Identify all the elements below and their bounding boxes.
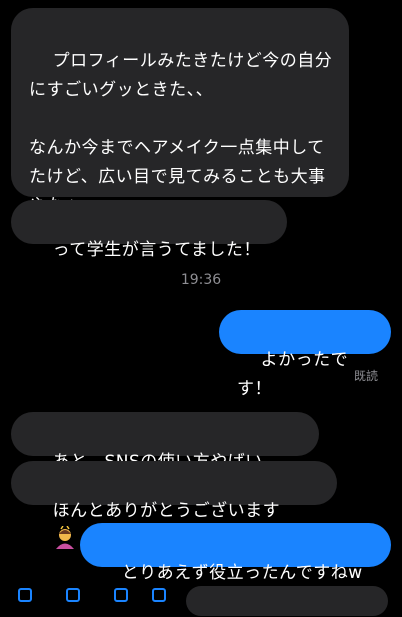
message-incoming-1[interactable]: プロフィールみたきたけど今の自分にすごいグッときた、、 なんか今までヘアメイク一… — [11, 8, 349, 216]
message-incoming-3[interactable]: あと、SNSの使い方やばい — [11, 412, 319, 500]
message-text: よかったです！ — [237, 350, 349, 399]
message-incoming-4[interactable]: ほんとありがとうございます — [11, 461, 337, 549]
message-text: ほんとありがとうございます — [52, 501, 281, 521]
message-incoming-2[interactable]: って学生が言うてました！ — [11, 200, 287, 260]
timestamp: 19:36 — [180, 272, 222, 288]
message-outgoing-1[interactable]: よかったです！ — [219, 310, 391, 399]
message-input[interactable] — [186, 586, 388, 616]
bowing-person-emoji — [55, 526, 74, 549]
message-text: って学生が言うてました！ — [52, 240, 261, 260]
message-text: とりあえず役立ったんですねw — [121, 563, 363, 583]
read-receipt: 既読 — [353, 369, 378, 383]
message-text: プロフィールみたきたけど今の自分にすごいグッときた、、 なんか今までヘアメイク一… — [29, 51, 333, 216]
message-outgoing-2[interactable]: とりあえず役立ったんですねw — [80, 523, 391, 583]
